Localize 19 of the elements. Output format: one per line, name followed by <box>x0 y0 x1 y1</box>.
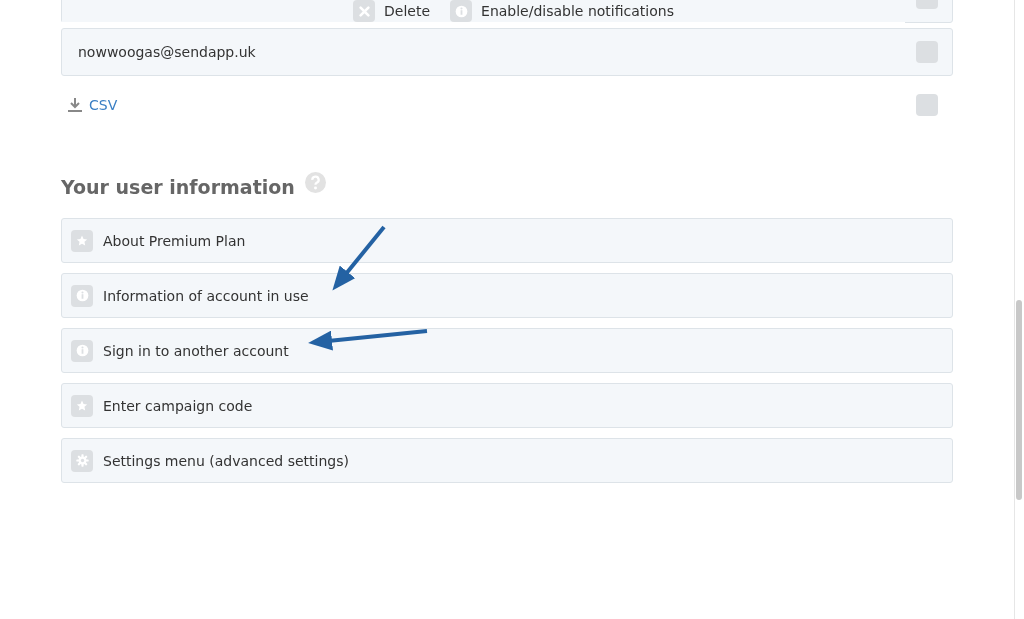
menu-item[interactable]: About Premium Plan <box>61 218 953 263</box>
info-icon <box>71 339 93 362</box>
help-icon[interactable] <box>304 172 326 193</box>
menu-item[interactable]: Enter campaign code <box>61 383 953 428</box>
section-title: Your user information <box>61 176 295 198</box>
notifications-toggle-button[interactable]: Enable/disable notifications <box>450 0 674 22</box>
menu-item[interactable]: Sign in to another account <box>61 328 953 373</box>
download-icon <box>67 97 83 113</box>
info-icon <box>71 284 93 307</box>
scrollbar-thumb[interactable] <box>1016 300 1022 500</box>
menu-item[interactable]: Information of account in use <box>61 273 953 318</box>
delete-button[interactable]: Delete <box>353 0 431 22</box>
account-email: nowwoogas@sendapp.uk <box>78 44 256 60</box>
annotation-arrow <box>332 225 386 291</box>
csv-download-link[interactable]: CSV <box>67 97 118 113</box>
checkbox[interactable] <box>916 94 938 116</box>
menu-item[interactable]: Settings menu (advanced settings) <box>61 438 953 483</box>
checkbox[interactable] <box>916 41 938 63</box>
gear-icon <box>71 449 93 472</box>
